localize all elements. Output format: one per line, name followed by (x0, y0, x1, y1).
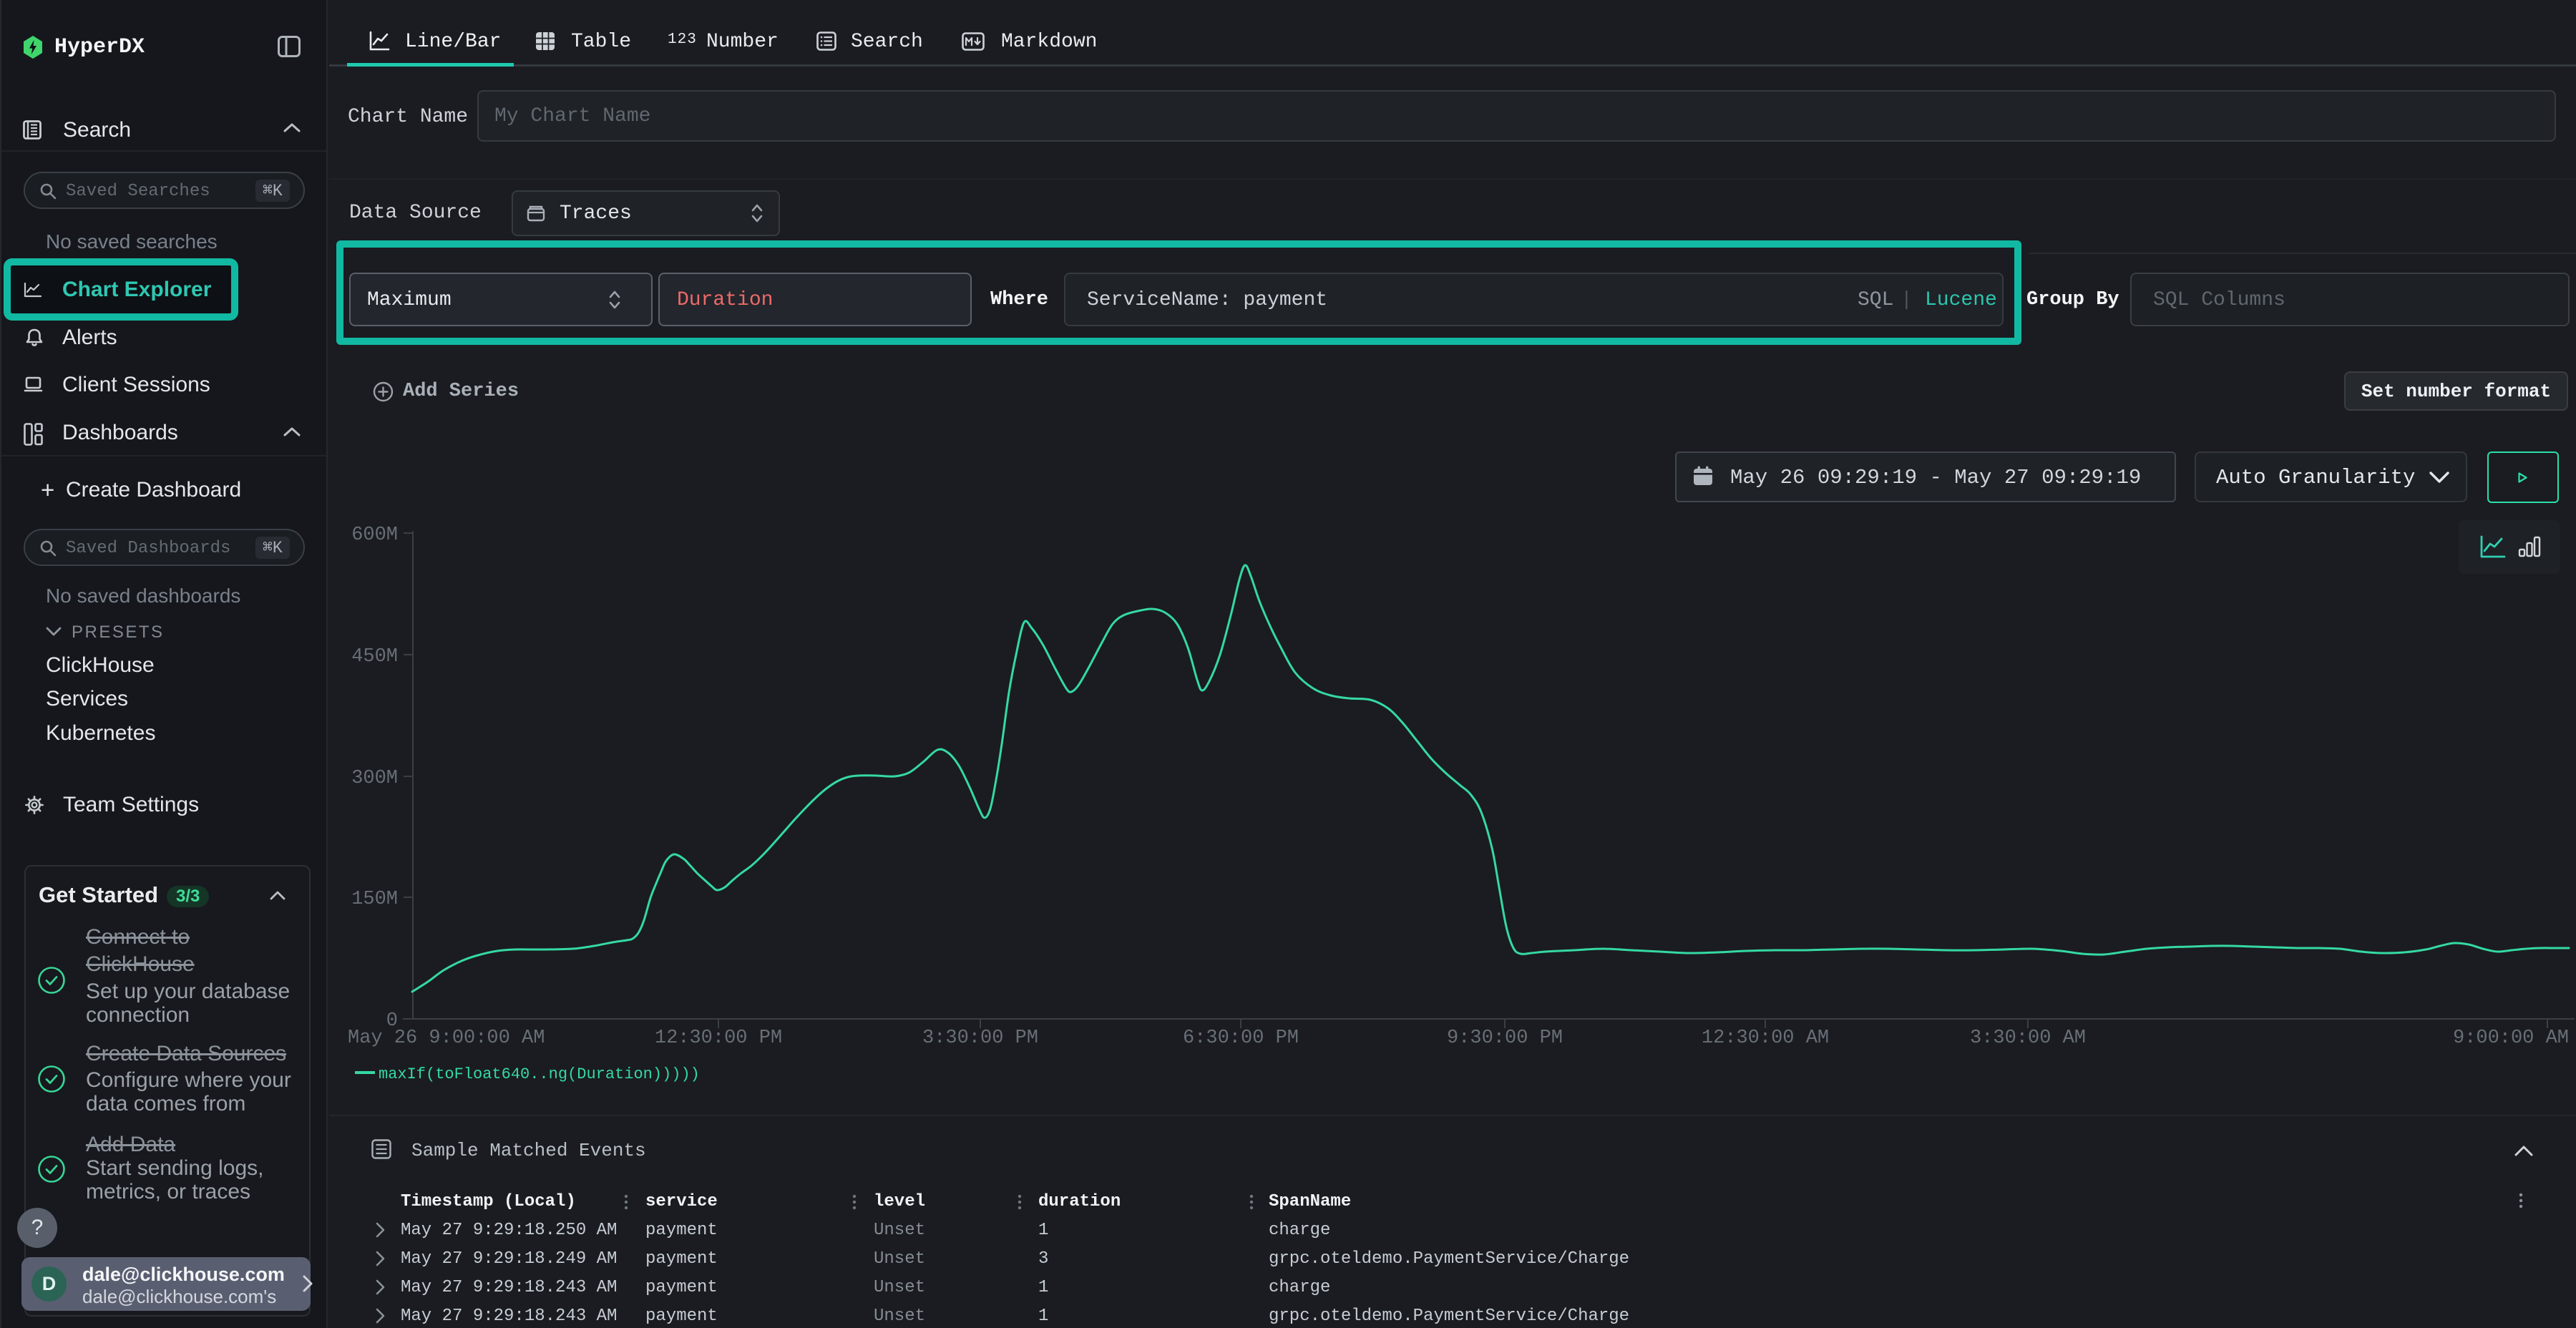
svg-text:3:30:00 AM: 3:30:00 AM (1970, 1027, 2086, 1049)
svg-text:9:30:00 PM: 9:30:00 PM (1447, 1027, 1563, 1049)
svg-text:6:30:00 PM: 6:30:00 PM (1183, 1027, 1299, 1049)
svg-text:600M: 600M (351, 524, 398, 546)
svg-text:300M: 300M (351, 768, 398, 789)
svg-text:12:30:00 PM: 12:30:00 PM (655, 1027, 782, 1049)
svg-text:3:30:00 PM: 3:30:00 PM (922, 1027, 1038, 1049)
svg-text:450M: 450M (351, 646, 398, 668)
svg-text:12:30:00 AM: 12:30:00 AM (1702, 1027, 1829, 1049)
svg-text:May 26 9:00:00 AM: May 26 9:00:00 AM (348, 1027, 545, 1049)
svg-text:9:00:00 AM: 9:00:00 AM (2453, 1027, 2569, 1049)
svg-text:150M: 150M (351, 889, 398, 910)
